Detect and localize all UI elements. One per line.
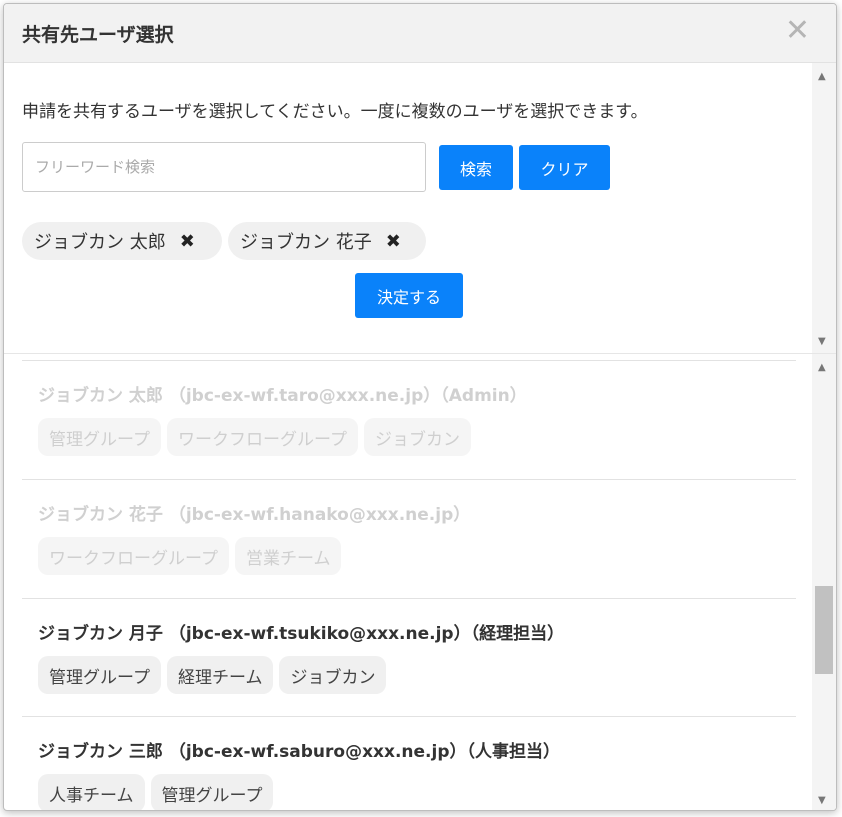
remove-icon[interactable]: ✖: [386, 231, 401, 252]
group-tag: ジョブカン: [363, 418, 471, 456]
top-scrollbar[interactable]: ▲ ▼: [812, 63, 836, 353]
modal-header: 共有先ユーザ選択 ✕: [4, 4, 836, 63]
scroll-down-icon[interactable]: ▼: [818, 795, 826, 806]
group-tag: ワークフローグループ: [38, 537, 229, 575]
user-tags: 管理グループ ワークフローグループ ジョブカン: [38, 418, 471, 456]
user-row[interactable]: ジョブカン 太郎 （jbc-ex-wf.taro@xxx.ne.jp）（Admi…: [22, 360, 796, 478]
user-row[interactable]: ジョブカン 三郎 （jbc-ex-wf.saburo@xxx.ne.jp）（人事…: [22, 716, 796, 810]
group-tag: 営業チーム: [234, 537, 342, 575]
group-tag: 管理グループ: [38, 656, 161, 694]
scrollbar-thumb[interactable]: [815, 586, 833, 674]
group-tag: 人事チーム: [38, 774, 145, 810]
group-tag: ジョブカン: [279, 656, 387, 694]
modal-title: 共有先ユーザ選択: [22, 24, 174, 46]
close-icon[interactable]: ✕: [785, 13, 810, 49]
scroll-up-icon[interactable]: ▲: [818, 362, 826, 373]
user-name: ジョブカン 花子 （jbc-ex-wf.hanako@xxx.ne.jp）: [38, 505, 471, 525]
clear-button[interactable]: クリア: [519, 145, 610, 190]
group-tag: 管理グループ: [38, 418, 161, 456]
user-name: ジョブカン 月子 （jbc-ex-wf.tsukiko@xxx.ne.jp）（経…: [38, 624, 565, 644]
search-section: 申請を共有するユーザを選択してください。一度に複数のユーザを選択できます。 検索…: [4, 63, 836, 354]
instruction-text: 申請を共有するユーザを選択してください。一度に複数のユーザを選択できます。: [22, 102, 648, 122]
decide-button[interactable]: 決定する: [355, 273, 463, 318]
remove-icon[interactable]: ✖: [180, 231, 195, 252]
group-tag: ワークフローグループ: [166, 418, 358, 456]
share-user-select-modal: 共有先ユーザ選択 ✕ 申請を共有するユーザを選択してください。一度に複数のユーザ…: [3, 3, 837, 811]
list-scrollbar[interactable]: ▲ ▼: [812, 354, 836, 810]
search-input[interactable]: [22, 142, 426, 192]
search-button[interactable]: 検索: [439, 145, 513, 190]
user-tags: 管理グループ 経理チーム ジョブカン: [38, 656, 387, 694]
scroll-down-icon[interactable]: ▼: [818, 336, 826, 347]
selected-user-chip: ジョブカン 花子 ✖: [228, 222, 426, 260]
group-tag: 管理グループ: [150, 774, 274, 810]
user-list: ジョブカン 太郎 （jbc-ex-wf.taro@xxx.ne.jp）（Admi…: [4, 354, 814, 810]
selected-user-chip: ジョブカン 太郎 ✖: [22, 222, 222, 260]
user-name: ジョブカン 三郎 （jbc-ex-wf.saburo@xxx.ne.jp）（人事…: [38, 742, 561, 762]
group-tag: 経理チーム: [166, 656, 274, 694]
selected-user-name: ジョブカン 太郎: [34, 232, 166, 253]
user-row[interactable]: ジョブカン 月子 （jbc-ex-wf.tsukiko@xxx.ne.jp）（経…: [22, 598, 796, 716]
scroll-up-icon[interactable]: ▲: [818, 71, 826, 82]
selected-user-name: ジョブカン 花子: [240, 232, 372, 253]
user-row[interactable]: ジョブカン 花子 （jbc-ex-wf.hanako@xxx.ne.jp） ワー…: [22, 479, 796, 597]
user-tags: ワークフローグループ 営業チーム: [38, 537, 342, 575]
user-tags: 人事チーム 管理グループ: [38, 774, 274, 810]
user-name: ジョブカン 太郎 （jbc-ex-wf.taro@xxx.ne.jp）（Admi…: [38, 386, 527, 406]
